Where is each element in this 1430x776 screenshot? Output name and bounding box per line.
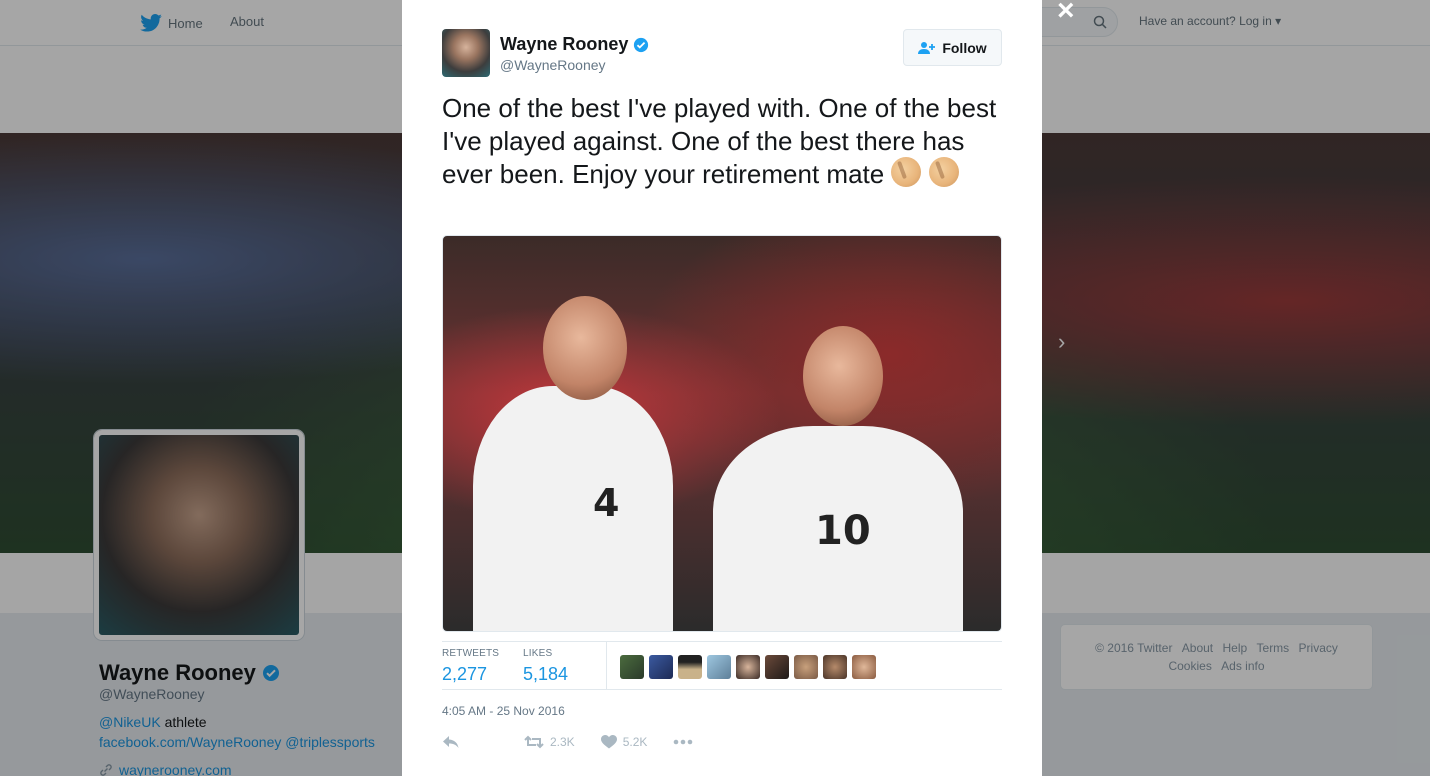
retweets-count: 2,277 [442, 664, 488, 684]
liker-avatars [620, 655, 876, 679]
tweet-author-name-text: Wayne Rooney [500, 34, 629, 54]
reply-button[interactable] [442, 735, 460, 749]
tweet-author-handle[interactable]: @WayneRooney [500, 57, 606, 73]
retweets-stat[interactable]: RETWEETS 2,277 [442, 648, 499, 685]
tweet-author-name[interactable]: Wayne Rooney [500, 34, 649, 55]
photo-player-left-head [543, 296, 627, 400]
liker-avatar[interactable] [765, 655, 789, 679]
tweet-author-avatar[interactable] [442, 29, 490, 77]
likes-label: LIKES [523, 648, 553, 659]
shirt-number-left: 4 [593, 481, 620, 525]
retweet-button[interactable]: 2.3K [524, 735, 575, 749]
retweet-icon [524, 735, 544, 749]
reply-icon [443, 736, 459, 748]
heart-icon [600, 735, 617, 749]
tweet-photo[interactable]: 4 10 [442, 235, 1002, 632]
tweet-actions: 2.3K 5.2K [442, 735, 693, 749]
verified-icon [634, 37, 649, 52]
follow-button[interactable]: Follow [903, 29, 1002, 66]
close-icon[interactable]: × [1057, 0, 1075, 26]
more-icon [674, 739, 693, 745]
liker-avatar[interactable] [736, 655, 760, 679]
liker-avatar[interactable] [620, 655, 644, 679]
clapping-hands-emoji [891, 157, 922, 187]
liker-avatar[interactable] [823, 655, 847, 679]
more-button[interactable] [673, 739, 693, 745]
clapping-hands-emoji [928, 157, 959, 187]
liker-avatar[interactable] [707, 655, 731, 679]
follow-button-label: Follow [942, 39, 987, 56]
liker-avatar[interactable] [678, 655, 702, 679]
photo-player-right-head [803, 326, 883, 426]
tweet-modal: Wayne Rooney @WayneRooney Follow One of … [402, 0, 1042, 776]
liker-avatar[interactable] [649, 655, 673, 679]
stats-divider-top [442, 641, 1002, 642]
tweet-timestamp[interactable]: 4:05 AM - 25 Nov 2016 [442, 704, 565, 718]
stats-separator [606, 642, 607, 689]
liker-avatar[interactable] [852, 655, 876, 679]
follow-person-icon [918, 41, 936, 54]
retweets-label: RETWEETS [442, 648, 500, 659]
likes-stat[interactable]: LIKES 5,184 [523, 648, 568, 685]
photo-player-left [473, 386, 673, 631]
retweet-action-count: 2.3K [550, 735, 575, 749]
shirt-number-right: 10 [815, 508, 871, 554]
like-button[interactable]: 5.2K [600, 735, 648, 749]
stats-divider-bottom [442, 689, 1002, 690]
like-action-count: 5.2K [622, 735, 648, 749]
liker-avatar[interactable] [794, 655, 818, 679]
likes-count: 5,184 [523, 664, 569, 684]
tweet-text: One of the best I've played with. One of… [442, 92, 1002, 191]
